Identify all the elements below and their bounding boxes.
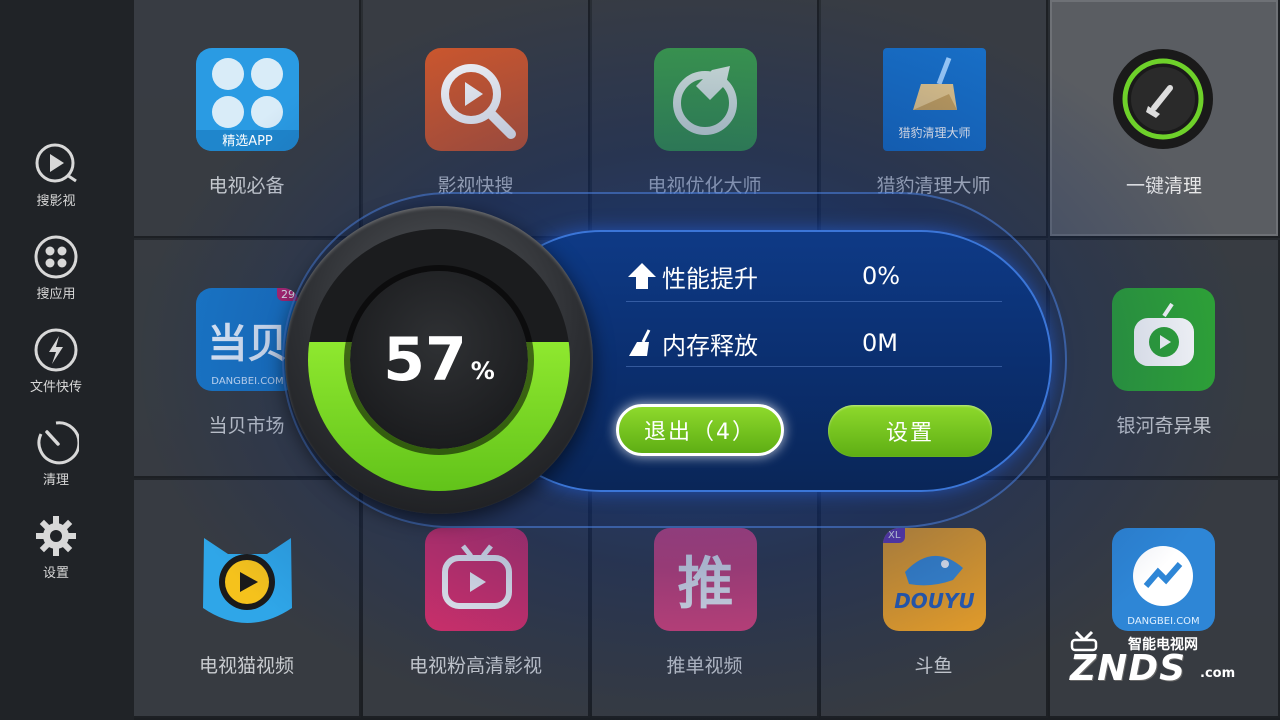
app-tile-galaxy-kiwi[interactable]: 银河奇异果 [1050,240,1280,478]
exit-button[interactable]: 退出（4） [616,404,784,456]
sidebar-item-label: 文件快传 [29,380,82,395]
watermark-suffix: .com [1200,666,1236,681]
tv-fans-icon [425,528,528,631]
sidebar-item-file-transfer[interactable]: 文件快传 [0,326,112,416]
percent-value: 57 [383,325,467,395]
app-name: 电视粉高清影视 [408,655,542,677]
app-badge: DOUYU [894,589,975,613]
clean-button-icon [1112,48,1215,151]
stat-label: 内存释放 [662,331,758,360]
speed-arrow-icon: DANGBEI.COM [1112,528,1215,631]
corner-badge: XL [883,528,906,543]
play-search-icon [32,140,80,188]
clover-app-icon: 精选APP [196,48,299,151]
divider [626,366,1002,367]
stat-memory: 内存释放 0M [626,318,1002,368]
sidebar-item-label: 搜影视 [36,194,76,209]
percent-unit: % [470,357,495,385]
sidebar: 搜影视 搜应用 文件快传 清理 设置 [0,0,134,720]
sidebar-item-label: 设置 [42,566,69,581]
lightning-icon [32,326,80,374]
kiwi-tv-icon [1112,288,1215,391]
app-tile-one-key-clean[interactable]: 一键清理 [1050,0,1280,238]
sidebar-item-search-video[interactable]: 搜影视 [0,140,112,230]
app-name: 电视猫视频 [198,655,294,677]
sidebar-item-label: 清理 [42,473,69,488]
app-badge: 精选APP [222,134,273,149]
broom-icon [626,327,658,359]
rocket-app-icon [654,48,757,151]
sidebar-item-settings[interactable]: 设置 [0,512,112,602]
watermark-main: ZNDS [1070,648,1187,689]
app-name: 斗鱼 [914,655,953,677]
divider [626,301,1002,302]
stat-value: 0M [862,329,898,357]
settings-button[interactable]: 设置 [828,405,992,457]
cat-app-icon [196,528,299,631]
arrow-up-icon [626,260,658,292]
app-name: 银河奇异果 [1116,415,1212,437]
sidebar-item-clean[interactable]: 清理 [0,419,112,509]
screen: 搜影视 搜应用 文件快传 清理 设置 精选APP 电视必备 影视快搜 电视优化大… [0,0,1280,720]
app-name: 推单视频 [666,655,743,677]
znds-watermark: 智能电视网 ZNDS .com [1066,628,1246,692]
clean-dial-icon [32,419,80,467]
apps-grid-icon [32,233,80,281]
douyu-shark-icon: DOUYU XL [883,528,986,631]
app-name: 电视必备 [208,175,285,197]
sidebar-item-label: 搜应用 [36,287,76,302]
app-tile-tv-cat-video[interactable]: 电视猫视频 [134,480,361,718]
app-badge: 猎豹清理大师 [898,126,971,140]
magnifier-play-icon [425,48,528,151]
memory-percent: 57 % [350,271,528,449]
tui-app-icon: 推 [654,528,757,631]
broom-app-icon: 猎豹清理大师 [883,48,986,151]
sidebar-item-search-app[interactable]: 搜应用 [0,233,112,323]
app-name: 一键清理 [1125,175,1202,197]
gear-icon [32,512,80,560]
stat-value: 0% [862,262,901,290]
stat-label: 性能提升 [662,264,758,293]
stat-performance: 性能提升 0% [626,251,1002,301]
app-tile-tv-essentials[interactable]: 精选APP 电视必备 [134,0,361,238]
app-badge: DANGBEI.COM [1127,616,1200,627]
